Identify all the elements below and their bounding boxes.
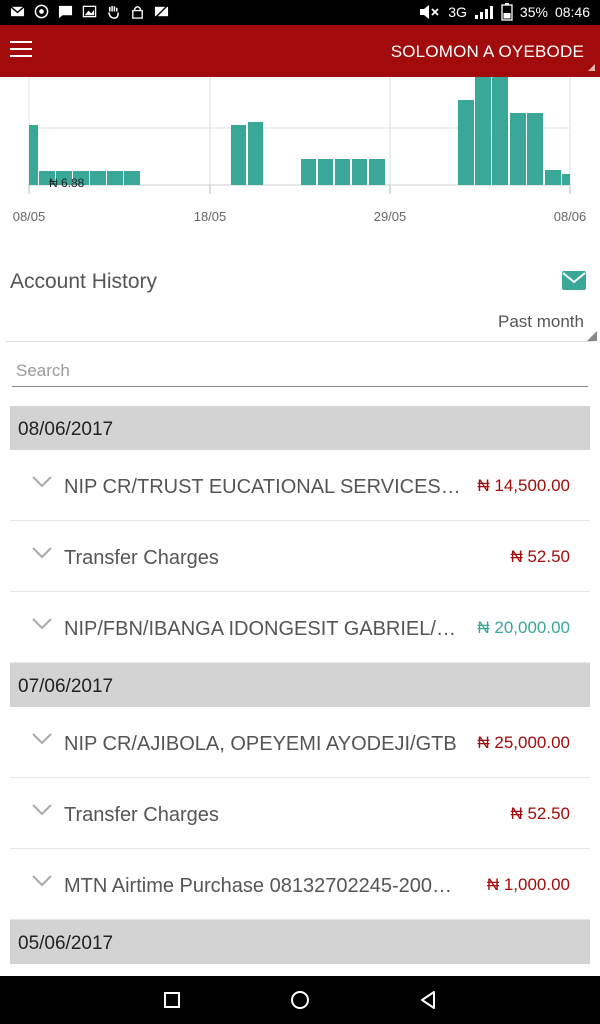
- chevron-down-icon[interactable]: [32, 547, 52, 559]
- back-triangle-icon[interactable]: [418, 990, 438, 1010]
- notification-icons: [10, 4, 169, 19]
- date-header: 05/06/2017: [10, 920, 590, 964]
- network-type: 3G: [448, 4, 467, 20]
- transaction-row[interactable]: NIP CR/TRUST EUCATIONAL SERVICES… ₦ 14,5…: [10, 450, 590, 521]
- chart-bar[interactable]: [90, 171, 106, 185]
- signal-icon: [474, 6, 493, 19]
- message-icon: [58, 5, 73, 19]
- chevron-down-icon[interactable]: [32, 804, 52, 816]
- recents-square-icon[interactable]: [162, 990, 182, 1010]
- x-tick-label: 18/05: [194, 209, 227, 224]
- status-bar: 3G 35% 08:46: [0, 0, 600, 25]
- chart-bar[interactable]: [107, 171, 123, 185]
- chart-bar[interactable]: [458, 100, 474, 185]
- image-icon: [82, 5, 97, 18]
- account-history-title: Account History: [10, 270, 158, 293]
- account-dropdown-caret[interactable]: [588, 64, 595, 71]
- system-nav-bar: [0, 976, 600, 1024]
- chart-bar[interactable]: [562, 174, 570, 185]
- transaction-amount: ₦ 25,000.00: [477, 733, 570, 752]
- search-input[interactable]: [12, 356, 588, 387]
- transaction-description: Transfer Charges: [64, 804, 219, 826]
- date-header: 07/06/2017: [10, 663, 590, 707]
- transaction-amount: ₦ 20,000.00: [477, 618, 570, 637]
- chart-bar[interactable]: [248, 122, 263, 185]
- transaction-description: Transfer Charges: [64, 547, 219, 569]
- chevron-down-icon[interactable]: [32, 875, 52, 887]
- chart-bar[interactable]: [231, 125, 246, 185]
- email-statement-icon[interactable]: [562, 271, 586, 290]
- transaction-description: NIP CR/TRUST EUCATIONAL SERVICES…: [64, 476, 461, 498]
- x-tick-label: 08/06: [554, 209, 587, 224]
- transaction-description: MTN Airtime Purchase 08132702245-200…: [64, 875, 452, 897]
- transaction-amount: ₦ 14,500.00: [477, 476, 570, 495]
- chart-bar[interactable]: [335, 159, 350, 185]
- chart-bar[interactable]: [510, 113, 526, 185]
- transaction-row[interactable]: NIP/FBN/IBANGA IDONGESIT GABRIEL/… ₦ 20,…: [10, 592, 590, 663]
- chevron-down-icon[interactable]: [32, 476, 52, 488]
- chevron-down-icon[interactable]: [32, 733, 52, 745]
- transaction-description: NIP/FBN/IBANGA IDONGESIT GABRIEL/…: [64, 618, 456, 640]
- battery-level: 35%: [519, 4, 548, 20]
- chart-bars: [29, 77, 570, 185]
- period-selector[interactable]: Past month: [498, 312, 584, 332]
- battery-icon: [501, 3, 513, 21]
- transaction-amount: ₦ 52.50: [510, 547, 570, 566]
- mail-off-icon: [154, 5, 169, 18]
- transaction-row[interactable]: Transfer Charges ₦ 52.50: [10, 778, 590, 849]
- chart-bar[interactable]: [369, 159, 385, 185]
- transaction-description: NIP CR/AJIBOLA, OPEYEMI AYODEJI/GTB: [64, 733, 457, 755]
- chart-bar[interactable]: [352, 159, 367, 185]
- transaction-row[interactable]: NIP CR/AJIBOLA, OPEYEMI AYODEJI/GTB ₦ 25…: [10, 707, 590, 778]
- chart-bar[interactable]: [318, 159, 333, 185]
- chevron-down-icon[interactable]: [32, 618, 52, 630]
- chart-bar[interactable]: [301, 159, 316, 185]
- x-tick-label: 29/05: [374, 209, 407, 224]
- balance-chart: ₦ 6.88 08/05 18/05 29/05 08/06: [13, 77, 587, 224]
- home-circle-icon[interactable]: [290, 990, 310, 1010]
- transaction-row[interactable]: MTN Airtime Purchase 08132702245-200… ₦ …: [10, 849, 590, 920]
- x-axis-ticks: 08/05 18/05 29/05 08/06: [13, 185, 587, 224]
- account-holder-name[interactable]: SOLOMON A OYEBODE: [391, 42, 584, 62]
- chart-bar[interactable]: [492, 77, 508, 185]
- clock: 08:46: [554, 4, 590, 20]
- transaction-list: 08/06/2017 NIP CR/TRUST EUCATIONAL SERVI…: [10, 406, 590, 964]
- lock-icon: [132, 6, 143, 19]
- whatsapp-icon: [34, 4, 49, 19]
- menu-icon[interactable]: [10, 41, 32, 59]
- mail-icon: [10, 6, 25, 17]
- chart-bar[interactable]: [475, 77, 491, 185]
- chart-annotation: ₦ 6.88: [49, 176, 85, 190]
- chart-bar[interactable]: [545, 170, 561, 185]
- hand-icon: [108, 5, 119, 19]
- x-tick-label: 08/05: [13, 209, 46, 224]
- chart-bar[interactable]: [527, 113, 543, 185]
- chart-bar[interactable]: [29, 125, 38, 185]
- app-bar: SOLOMON A OYEBODE: [0, 25, 600, 77]
- chart-bar[interactable]: [124, 171, 140, 185]
- transaction-row[interactable]: Transfer Charges ₦ 52.50: [10, 521, 590, 592]
- period-dropdown-caret[interactable]: [587, 331, 597, 341]
- divider: [6, 341, 594, 342]
- transaction-amount: ₦ 1,000.00: [486, 875, 570, 894]
- transaction-amount: ₦ 52.50: [510, 804, 570, 823]
- date-header: 08/06/2017: [10, 406, 590, 450]
- mute-icon: [420, 5, 439, 19]
- status-right: 3G 35% 08:46: [419, 3, 590, 21]
